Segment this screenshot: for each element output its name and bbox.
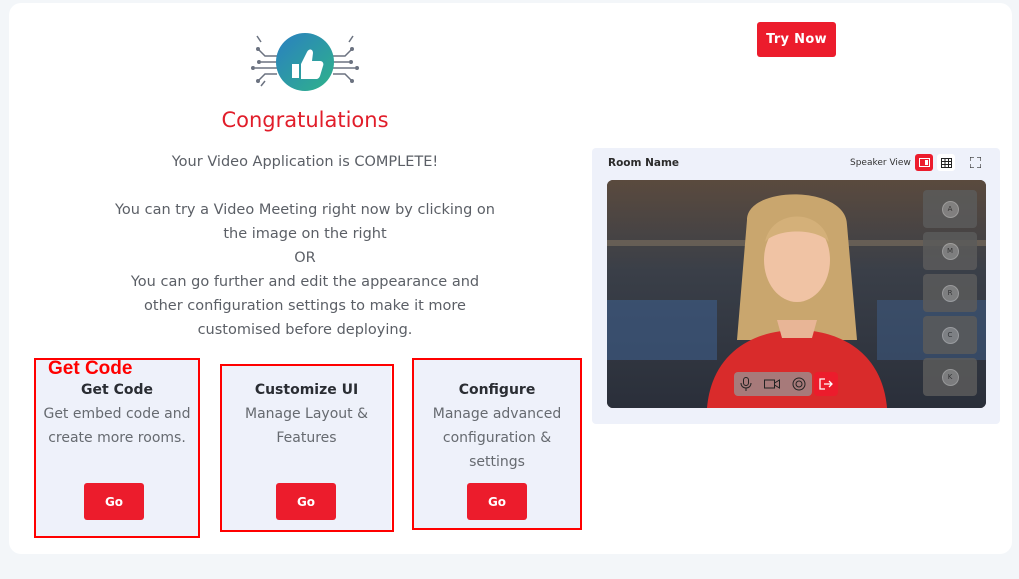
participant-initial: R xyxy=(941,284,959,302)
annotation-label: Get Code xyxy=(48,358,133,379)
intro-line-5: You can go further and edit the appearan… xyxy=(130,274,480,290)
intro-line-4: OR xyxy=(294,250,316,266)
grid-view-icon[interactable] xyxy=(937,154,955,171)
participant-initial: A xyxy=(941,200,959,218)
exit-icon xyxy=(819,378,833,390)
thumbs-up-icon xyxy=(251,33,359,91)
participant-tile[interactable]: A xyxy=(923,190,977,228)
room-name-label: Room Name xyxy=(608,157,680,169)
video-stream[interactable]: A M R C K xyxy=(607,180,986,408)
participant-tile[interactable]: M xyxy=(923,232,977,270)
record-icon[interactable] xyxy=(792,377,806,391)
participant-initial: C xyxy=(941,326,959,344)
participant-tile[interactable]: C xyxy=(923,316,977,354)
intro-line-1: Your Video Application is COMPLETE! xyxy=(171,154,439,170)
congratulations-title: Congratulations xyxy=(221,108,389,132)
annotation-box-configure xyxy=(412,358,582,530)
microphone-icon[interactable] xyxy=(740,377,752,391)
participant-initial: M xyxy=(941,242,959,260)
participant-initial: K xyxy=(941,368,959,386)
annotation-box-get-code xyxy=(34,358,200,538)
participant-tile[interactable]: K xyxy=(923,358,977,396)
intro-line-6: other configuration settings to make it … xyxy=(144,298,466,314)
try-now-button[interactable]: Try Now xyxy=(757,22,836,57)
speaker-view-icon[interactable] xyxy=(915,154,933,171)
view-mode-label: Speaker View xyxy=(850,158,911,168)
video-meeting-preview[interactable]: Room Name Speaker View A M R C K xyxy=(592,148,1000,424)
intro-line-7: customised before deploying. xyxy=(197,322,413,338)
annotation-box-customize xyxy=(220,364,394,532)
intro-line-2: You can try a Video Meeting right now by… xyxy=(115,202,495,218)
participant-tile[interactable]: R xyxy=(923,274,977,312)
participant-rail: A M R C K xyxy=(923,190,977,400)
leave-call-button[interactable] xyxy=(814,372,838,396)
intro-line-3: the image on the right xyxy=(223,226,387,242)
fullscreen-icon[interactable] xyxy=(966,154,984,171)
call-controls xyxy=(734,372,812,396)
camera-icon[interactable] xyxy=(764,378,780,390)
